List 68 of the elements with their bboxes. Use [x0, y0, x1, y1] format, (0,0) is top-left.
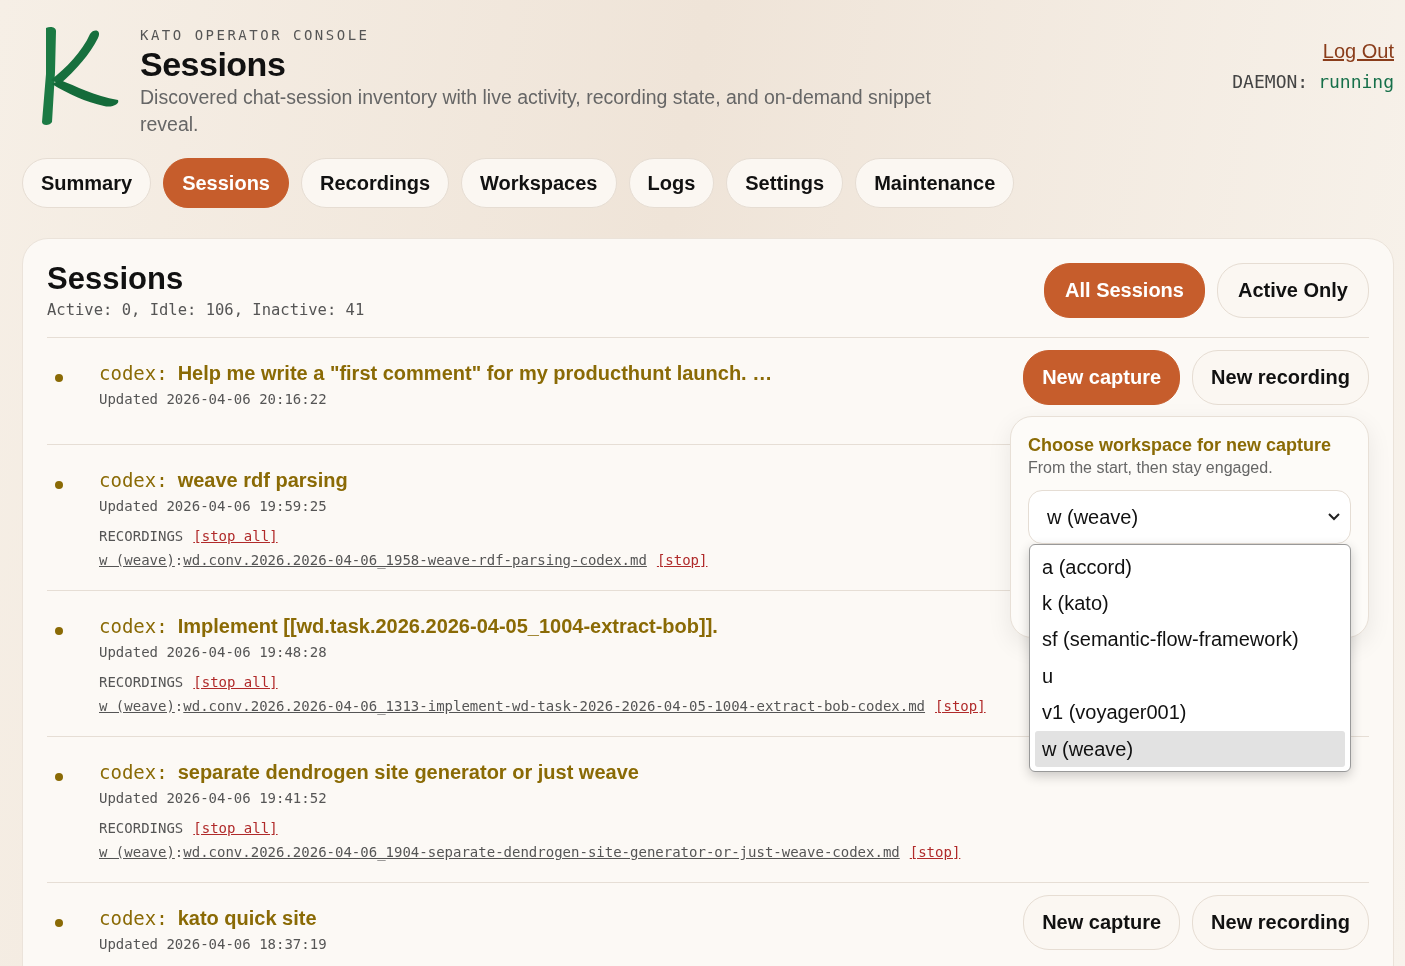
recordings-label: RECORDINGS — [99, 527, 184, 546]
session-action-button[interactable]: New capture — [1023, 350, 1181, 405]
nav-tab[interactable]: Settings — [726, 158, 844, 208]
nav-tab[interactable]: Summary — [22, 158, 152, 208]
separator: : — [174, 697, 184, 714]
recordings-label: RECORDINGS — [99, 673, 184, 692]
page-description: Discovered chat-session inventory with live activity, recording state, and on-demand snippet reveal. — [140, 85, 932, 137]
recording-file-link[interactable]: wd.conv.2026.2026-04-06_1313-implement-wd-task-2026-2026-04-05-1004-extract-bob-codex.md — [183, 694, 926, 718]
workspace-option[interactable]: v1 (voyager001) — [1035, 694, 1345, 731]
status-dot — [55, 919, 63, 927]
session-action-button[interactable]: New capture — [1023, 895, 1181, 950]
popover-subtitle: From the start, then stay engaged. — [1028, 459, 1274, 477]
stop-all-link[interactable]: [stop all] — [193, 816, 278, 840]
status-dot — [55, 627, 63, 635]
status-dot — [55, 374, 63, 382]
agent-label: codex: — [99, 761, 168, 783]
workspace-link[interactable]: w (weave) — [99, 840, 175, 864]
recording-file-link[interactable]: wd.conv.2026.2026-04-06_1958-weave-rdf-parsing-codex.md — [183, 548, 647, 572]
chevron-down-icon — [1328, 513, 1340, 521]
updated-time: Updated 2026-04-06 18:37:19 — [99, 936, 328, 952]
workspace-option[interactable]: a (accord) — [1035, 549, 1345, 586]
agent-label: codex: — [99, 907, 168, 929]
session-counts: Active: 0, Idle: 106, Inactive: 41 — [47, 301, 365, 319]
stop-link[interactable]: [stop] — [935, 694, 986, 718]
workspace-link[interactable]: w (weave) — [99, 548, 175, 572]
updated-time: Updated 2026-04-06 19:41:52 — [99, 790, 328, 806]
status-dot — [55, 773, 63, 781]
session-title[interactable]: separate dendrogen site generator or just weave — [177, 761, 639, 784]
console-kicker: KATO OPERATOR CONSOLE — [140, 27, 371, 43]
updated-time: Updated 2026-04-06 19:48:28 — [99, 644, 328, 660]
daemon-status: running — [1318, 71, 1394, 92]
workspace-link[interactable]: w (weave) — [99, 694, 175, 718]
nav-tab[interactable]: Recordings — [301, 158, 449, 208]
agent-label: codex: — [99, 362, 168, 384]
updated-time: Updated 2026-04-06 20:16:22 — [99, 391, 328, 407]
session-title[interactable]: Implement [[wd.task.2026.2026-04-05_1004-extract-bob]]. — [177, 615, 718, 638]
nav-tab[interactable]: Logs — [628, 158, 715, 208]
filter-button[interactable]: Active Only — [1216, 262, 1369, 318]
separator: : — [174, 843, 184, 860]
workspace-option[interactable]: w (weave) — [1035, 730, 1345, 768]
session-action-button[interactable]: New recording — [1192, 895, 1369, 950]
stop-all-link[interactable]: [stop all] — [193, 670, 278, 694]
daemon-label: DAEMON: — [1232, 71, 1309, 92]
session-action-button[interactable]: New recording — [1192, 350, 1369, 405]
filter-button[interactable]: All Sessions — [1044, 262, 1205, 318]
recording-file-link[interactable]: wd.conv.2026.2026-04-06_1904-separate-dendrogen-site-generator-or-just-weave-codex.md — [183, 840, 900, 864]
workspace-option[interactable]: sf (semantic-flow-framework) — [1035, 621, 1345, 659]
nav-tab[interactable]: Sessions — [163, 158, 289, 208]
session-title[interactable]: Help me write a "first comment" for my producthunt launch. … — [177, 362, 773, 385]
panel-title: Sessions — [47, 261, 185, 297]
popover-title: Choose workspace for new capture — [1028, 435, 1333, 456]
updated-time: Updated 2026-04-06 19:59:25 — [99, 498, 328, 514]
session-title[interactable]: kato quick site — [177, 907, 317, 930]
page-title: Sessions — [140, 45, 287, 84]
workspace-option[interactable]: k (kato) — [1035, 585, 1345, 622]
recordings-label: RECORDINGS — [99, 819, 184, 838]
stop-link[interactable]: [stop] — [656, 548, 708, 572]
stop-link[interactable]: [stop] — [909, 840, 961, 864]
stop-all-link[interactable]: [stop all] — [193, 524, 278, 548]
nav-tab[interactable]: Maintenance — [855, 158, 1015, 208]
workspace-option[interactable]: u — [1035, 658, 1345, 695]
session-title[interactable]: weave rdf parsing — [177, 469, 348, 492]
separator: : — [174, 551, 184, 568]
agent-label: codex: — [99, 469, 168, 491]
status-dot — [55, 481, 63, 489]
logout-link[interactable]: Log Out — [1322, 40, 1394, 63]
agent-label: codex: — [99, 615, 168, 637]
nav-tab[interactable]: Workspaces — [461, 158, 617, 208]
